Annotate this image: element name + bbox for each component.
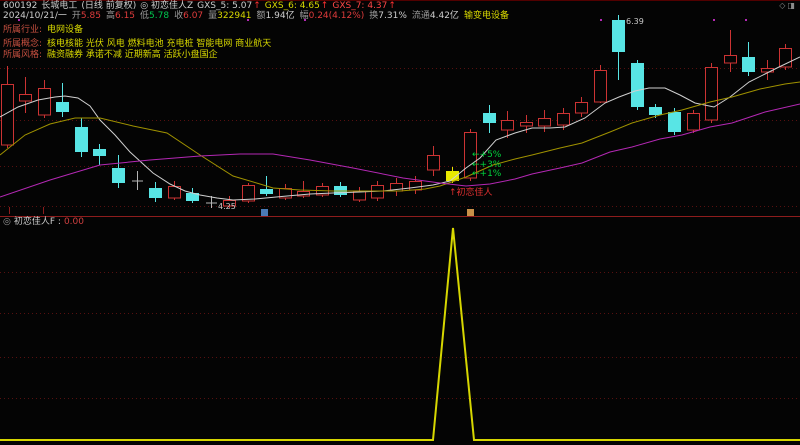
lower-indicator-name[interactable]: 初恋佳人F : bbox=[14, 217, 61, 227]
candle-up bbox=[725, 56, 737, 64]
candle-down bbox=[112, 168, 125, 183]
up-arrow-icon: ↑ bbox=[388, 1, 396, 11]
quote-high: 高6.15 bbox=[106, 11, 135, 21]
candle-up bbox=[521, 123, 533, 127]
chart-canvas[interactable] bbox=[0, 0, 800, 445]
dot-marker bbox=[745, 19, 747, 21]
candle-up bbox=[502, 121, 514, 131]
quote-date: 2024/10/21/一 bbox=[3, 11, 67, 21]
stock-name: 长城电工 bbox=[41, 1, 77, 11]
split-view-icon[interactable]: ◨ bbox=[787, 1, 797, 10]
gxs6-value: GXS_6: 4.65↑ bbox=[265, 1, 329, 11]
industry-line: 所属行业: 电网设备 bbox=[3, 25, 83, 35]
lower-panel-header: ◎ 初恋佳人F : 0.00 bbox=[3, 217, 87, 227]
up-arrow-icon: ↑ bbox=[321, 1, 329, 11]
candle-up bbox=[595, 71, 607, 103]
gxs7-value: GXS_7: 4.37↑ bbox=[332, 1, 396, 11]
candle-down bbox=[75, 127, 88, 152]
quote-amount: 额1.94亿 bbox=[257, 11, 295, 21]
candle-up bbox=[688, 114, 700, 131]
candle-down bbox=[742, 57, 755, 72]
main-indicator-name[interactable]: ◎ 初恋佳人Z bbox=[140, 1, 193, 11]
candle-down bbox=[483, 113, 496, 123]
candle-up bbox=[20, 95, 32, 102]
up-arrow-icon: ↑ bbox=[253, 1, 261, 11]
industry-tag[interactable]: 电网设备 bbox=[47, 25, 83, 35]
dot-marker bbox=[713, 19, 715, 21]
quote-turnover: 换7.31% bbox=[369, 11, 407, 21]
candle-down bbox=[149, 188, 162, 198]
quote-float: 流通4.42亿 bbox=[412, 11, 459, 21]
indicator-spike-line bbox=[0, 228, 800, 440]
quote-close: 收6.07 bbox=[174, 11, 203, 21]
concept-line: 所属概念: 核电核能 光伏 风电 燃料电池 充电桩 智能电网 商业航天 bbox=[3, 39, 271, 49]
candle-up bbox=[539, 119, 551, 127]
info-mine-icon[interactable] bbox=[467, 209, 474, 216]
indicator-icon[interactable]: ◎ bbox=[3, 217, 11, 227]
candle-down bbox=[93, 149, 106, 156]
buy-signal-label: ↑初恋佳人 bbox=[449, 188, 493, 198]
candle-up bbox=[354, 192, 366, 201]
style-line: 所属风格: 融资融券 承诺不减 近期新高 活跃小盘国企 bbox=[3, 50, 218, 60]
candle-down bbox=[631, 63, 644, 107]
candle-up bbox=[706, 68, 718, 121]
candle-up bbox=[410, 182, 422, 191]
candle-up bbox=[558, 114, 570, 126]
candle-down bbox=[668, 112, 681, 132]
candle-down bbox=[260, 189, 273, 194]
candle-down bbox=[56, 102, 69, 112]
title-bar: 600192 长城电工 (日线 前复权) ◎ 初恋佳人Z GXS_5: 5.07… bbox=[3, 1, 400, 11]
period-label[interactable]: (日线 前复权) bbox=[81, 1, 136, 11]
style-tags[interactable]: 融资融券 承诺不减 近期新高 活跃小盘国企 bbox=[47, 50, 218, 60]
window-controls: ◇◨ bbox=[779, 1, 797, 11]
dot-marker bbox=[600, 19, 602, 21]
quote-open: 开5.85 bbox=[72, 11, 101, 21]
candle-down bbox=[649, 107, 662, 115]
info-mine-icon[interactable] bbox=[261, 209, 268, 216]
pct1-marker: ←+1% bbox=[472, 169, 501, 179]
candle-up bbox=[576, 103, 588, 114]
stock-code: 600192 bbox=[3, 1, 37, 11]
low-price-label: 4.25 bbox=[218, 202, 236, 212]
candle-up bbox=[39, 89, 51, 116]
candle-up bbox=[428, 156, 440, 171]
quote-change: 幅0.24(4.12%) bbox=[300, 11, 365, 21]
pct5-marker: ←+5% bbox=[472, 150, 501, 160]
tdx-window: 600192 长城电工 (日线 前复权) ◎ 初恋佳人Z GXS_5: 5.07… bbox=[0, 0, 800, 445]
high-price-label: 6.39 bbox=[626, 17, 644, 27]
concept-tags[interactable]: 核电核能 光伏 风电 燃料电池 充电桩 智能电网 商业航天 bbox=[47, 39, 271, 49]
sector-tag[interactable]: 输变电设备 bbox=[464, 11, 509, 21]
quote-low: 低5.78 bbox=[140, 11, 169, 21]
gxs5-value: GXS_5: 5.07↑ bbox=[197, 1, 261, 11]
candle-down bbox=[612, 20, 625, 52]
quote-volume: 量322941 bbox=[208, 11, 251, 21]
lower-indicator-value: 0.00 bbox=[64, 217, 84, 227]
quote-bar: 2024/10/21/一 开5.85 高6.15 低5.78 收6.07 量32… bbox=[3, 11, 509, 21]
